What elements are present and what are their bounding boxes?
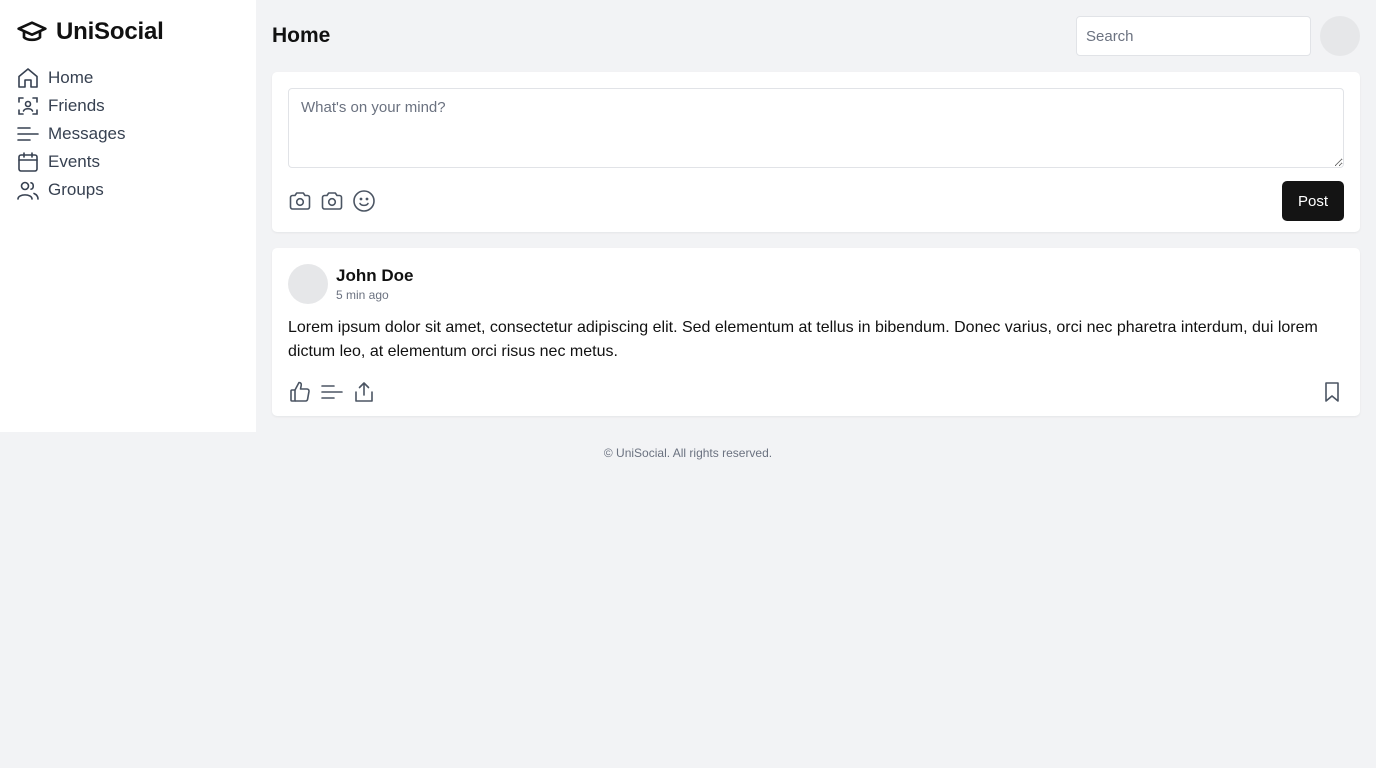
sidebar: UniSocial Home Friends Messages Events G… [0, 0, 256, 432]
comment-icon[interactable] [320, 380, 344, 404]
sidebar-item-label: Home [48, 68, 94, 87]
sidebar-item-label: Events [48, 152, 100, 171]
home-icon [18, 68, 38, 88]
post-button[interactable]: Post [1282, 181, 1344, 221]
brand[interactable]: UniSocial [16, 16, 240, 48]
sidebar-item-friends[interactable]: Friends [16, 92, 240, 120]
footer: © UniSocial. All rights reserved. [0, 446, 1376, 460]
bookmark-icon[interactable] [1320, 380, 1344, 404]
app-name: UniSocial [56, 18, 164, 45]
post-author[interactable]: John Doe [336, 265, 413, 287]
page-title: Home [272, 24, 331, 47]
header: Home [272, 0, 1360, 72]
sidebar-item-groups[interactable]: Groups [16, 176, 240, 204]
users-icon [17, 181, 39, 200]
avatar[interactable] [288, 264, 328, 304]
camera-icon[interactable] [320, 189, 344, 213]
sidebar-item-label: Friends [48, 96, 105, 115]
sidebar-item-events[interactable]: Events [16, 148, 240, 176]
share-icon[interactable] [352, 380, 376, 404]
status-input[interactable] [288, 88, 1344, 168]
sidebar-item-label: Messages [48, 124, 126, 143]
post-timestamp: 5 min ago [336, 288, 389, 302]
friends-icon [18, 97, 38, 115]
sidebar-item-label: Groups [48, 180, 104, 199]
calendar-icon [18, 152, 38, 172]
main-content: Home Search What's on your mind? Post Jo… [272, 0, 1360, 416]
camera-icon[interactable] [288, 189, 312, 213]
copyright-text: © UniSocial. All rights reserved. [603, 446, 773, 460]
graduation-cap-icon [17, 21, 47, 42]
feed-post: John Doe 5 min ago Lorem ipsum dolor sit… [272, 248, 1360, 416]
emoji-icon[interactable] [352, 189, 376, 213]
avatar[interactable] [1320, 16, 1360, 56]
messages-icon [17, 127, 39, 141]
sidebar-item-home[interactable]: Home [16, 64, 240, 92]
search-input[interactable] [1076, 16, 1311, 56]
post-composer: Post [272, 72, 1360, 232]
sidebar-item-messages[interactable]: Messages [16, 120, 240, 148]
like-icon[interactable] [288, 380, 312, 404]
post-text: Lorem ipsum dolor sit amet, consectetur … [288, 319, 1318, 360]
